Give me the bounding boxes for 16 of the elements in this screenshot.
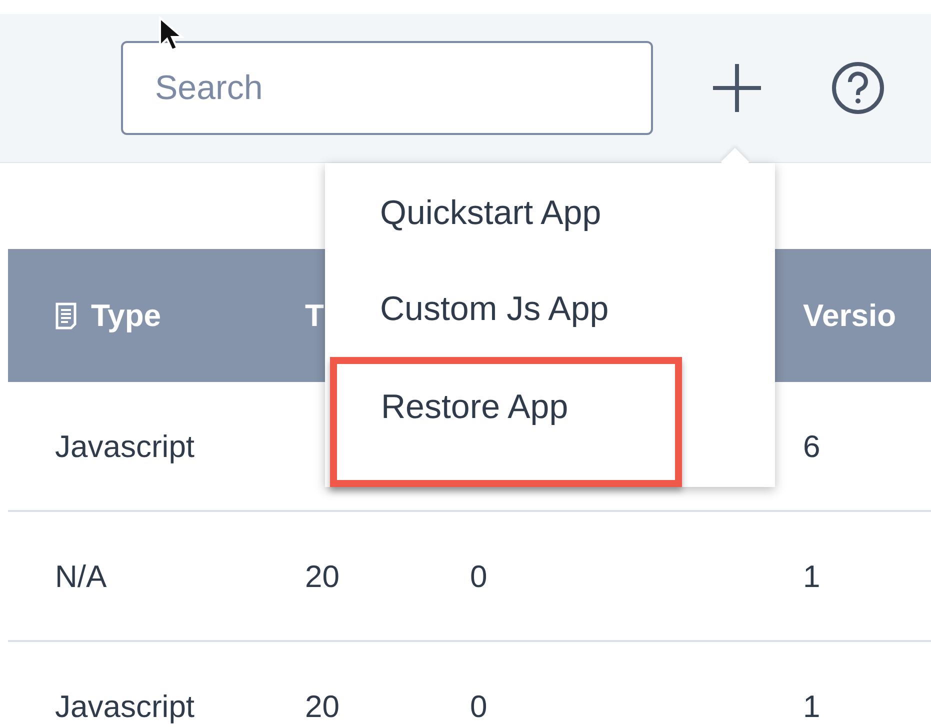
table-cell: 20 xyxy=(305,560,340,592)
search-field[interactable]: Search xyxy=(121,41,653,135)
menu-item[interactable]: Restore App xyxy=(330,357,682,487)
table-cell: 0 xyxy=(470,690,488,722)
menu-item[interactable]: Custom Js App xyxy=(325,261,775,357)
table-cell: 6 xyxy=(803,430,820,462)
table-cell: 20 xyxy=(305,690,340,722)
table-cell: 0 xyxy=(470,560,488,592)
table-cell: N/A xyxy=(55,560,107,592)
table-cell: 1 xyxy=(803,690,820,722)
table-cell: 1 xyxy=(803,560,820,592)
add-icon[interactable] xyxy=(711,62,763,114)
table-cell: Javascript xyxy=(55,430,195,462)
menu-item[interactable]: Quickstart App xyxy=(325,165,775,261)
table-cell: Javascript xyxy=(55,690,195,722)
help-icon[interactable] xyxy=(831,61,885,115)
